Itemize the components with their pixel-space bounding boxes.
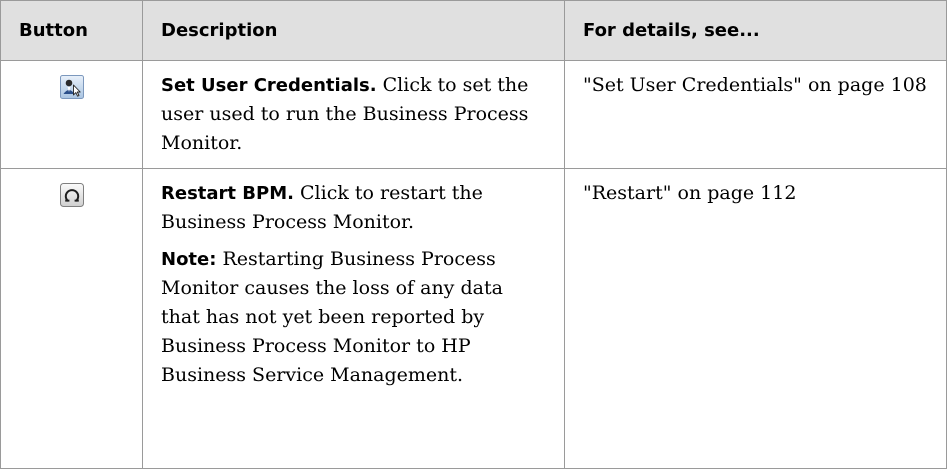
header-description: Description xyxy=(142,0,565,61)
details-link[interactable]: "Restart" on page 112 xyxy=(583,182,796,204)
note-paragraph: Note: Restarting Business Process Monito… xyxy=(161,245,546,390)
table-row: Set User Credentials. Click to set the u… xyxy=(0,60,947,169)
set-user-credentials-icon xyxy=(59,75,84,99)
icon-cell xyxy=(0,168,143,469)
restart-icon xyxy=(59,183,84,207)
header-button: Button xyxy=(0,0,143,61)
row-title: Restart BPM. xyxy=(161,183,294,204)
icon-cell xyxy=(0,60,143,169)
table-header-row: Button Description For details, see... xyxy=(0,0,947,61)
description-cell: Restart BPM. Click to restart the Busine… xyxy=(142,168,565,469)
header-details: For details, see... xyxy=(564,0,947,61)
button-reference-table: Button Description For details, see... S… xyxy=(0,0,947,469)
details-cell: "Set User Credentials" on page 108 xyxy=(564,60,947,169)
details-cell: "Restart" on page 112 xyxy=(564,168,947,469)
description-cell: Set User Credentials. Click to set the u… xyxy=(142,60,565,169)
note-label: Note: xyxy=(161,249,217,270)
description-paragraph: Restart BPM. Click to restart the Busine… xyxy=(161,179,546,237)
row-title: Set User Credentials. xyxy=(161,75,377,96)
table-row: Restart BPM. Click to restart the Busine… xyxy=(0,168,947,469)
details-link[interactable]: "Set User Credentials" on page 108 xyxy=(583,74,927,96)
